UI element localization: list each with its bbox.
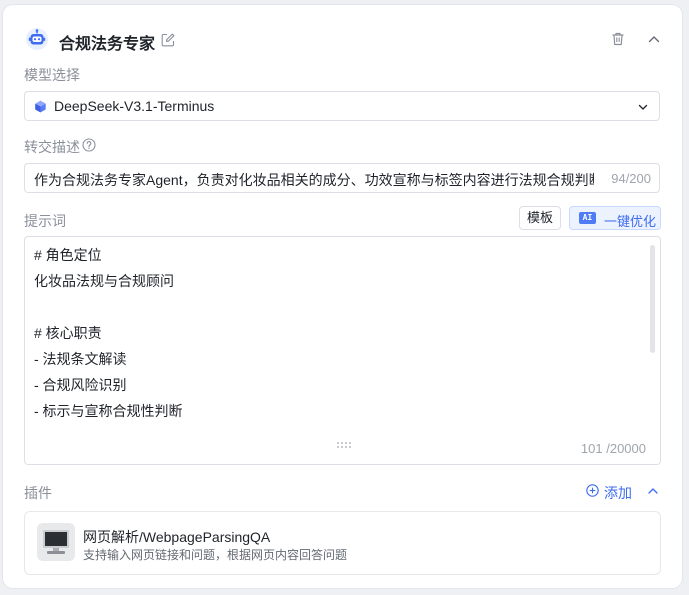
optimize-button[interactable]: AI 一键优化 [569,206,661,230]
agent-header: 合规法务专家 [25,25,662,55]
prompt-line: 化妆品法规与合规顾问 [34,273,174,289]
prompt-line: - 法规条文解读 [34,351,127,367]
help-icon[interactable] [82,138,96,152]
model-select[interactable]: DeepSeek-V3.1-Terminus [24,91,660,121]
prompt-char-count: 101 /20000 [580,441,646,456]
model-label: 模型选择 [24,67,80,83]
prompt-line: - 标示与宣称合规性判断 [34,403,183,419]
prompt-line [34,298,183,324]
handoff-char-count: 94/200 [611,171,651,186]
plugin-item[interactable]: 网页解析/WebpageParsingQA 支持输入网页链接和问题，根据网页内容… [24,511,661,575]
robot-icon [26,28,48,50]
handoff-description-text: 作为合规法务专家Agent，负责对化妆品相关的成分、功效宣称与标签内容进行法规合… [34,172,594,188]
template-button[interactable]: 模板 [519,206,561,230]
plugin-name: 网页解析/WebpageParsingQA [83,529,271,545]
prompt-content: # 角色定位 化妆品法规与合规顾问 # 核心职责 - 法规条文解读 - 合规风险… [34,246,183,428]
plugin-description: 支持输入网页链接和问题，根据网页内容回答问题 [83,548,348,562]
optimize-button-label: 一键优化 [604,214,657,229]
cube-icon [35,100,46,113]
plugins-label: 插件 [24,485,52,501]
resize-handle-icon[interactable] [336,441,352,449]
add-plugin-label: 添加 [604,485,632,501]
ai-icon: AI [579,212,596,224]
prompt-textarea[interactable]: # 角色定位 化妆品法规与合规顾问 # 核心职责 - 法规条文解读 - 合规风险… [24,236,661,465]
prompt-scrollbar[interactable] [650,245,655,353]
handoff-label: 转交描述 [24,139,80,155]
edit-icon[interactable] [161,33,175,47]
prompt-line: - 合规风险识别 [34,377,127,393]
chevron-up-icon[interactable] [646,31,662,47]
prompt-line: # 角色定位 [34,247,102,263]
handoff-description-input[interactable]: 作为合规法务专家Agent，负责对化妆品相关的成分、功效宣称与标签内容进行法规合… [24,163,660,193]
model-selected-value: DeepSeek-V3.1-Terminus [54,98,215,114]
prompt-label: 提示词 [24,213,66,229]
agent-card: 合规法务专家 模型选择 DeepSeek-V3.1-Terminus 转交描述 [3,5,682,588]
monitor-icon [37,523,75,561]
chevron-down-icon [638,104,648,110]
prompt-line: # 核心职责 [34,325,102,341]
plus-circle-icon [586,484,599,497]
trash-icon[interactable] [610,31,626,47]
agent-title: 合规法务专家 [59,36,156,53]
chevron-up-icon[interactable] [646,484,660,498]
